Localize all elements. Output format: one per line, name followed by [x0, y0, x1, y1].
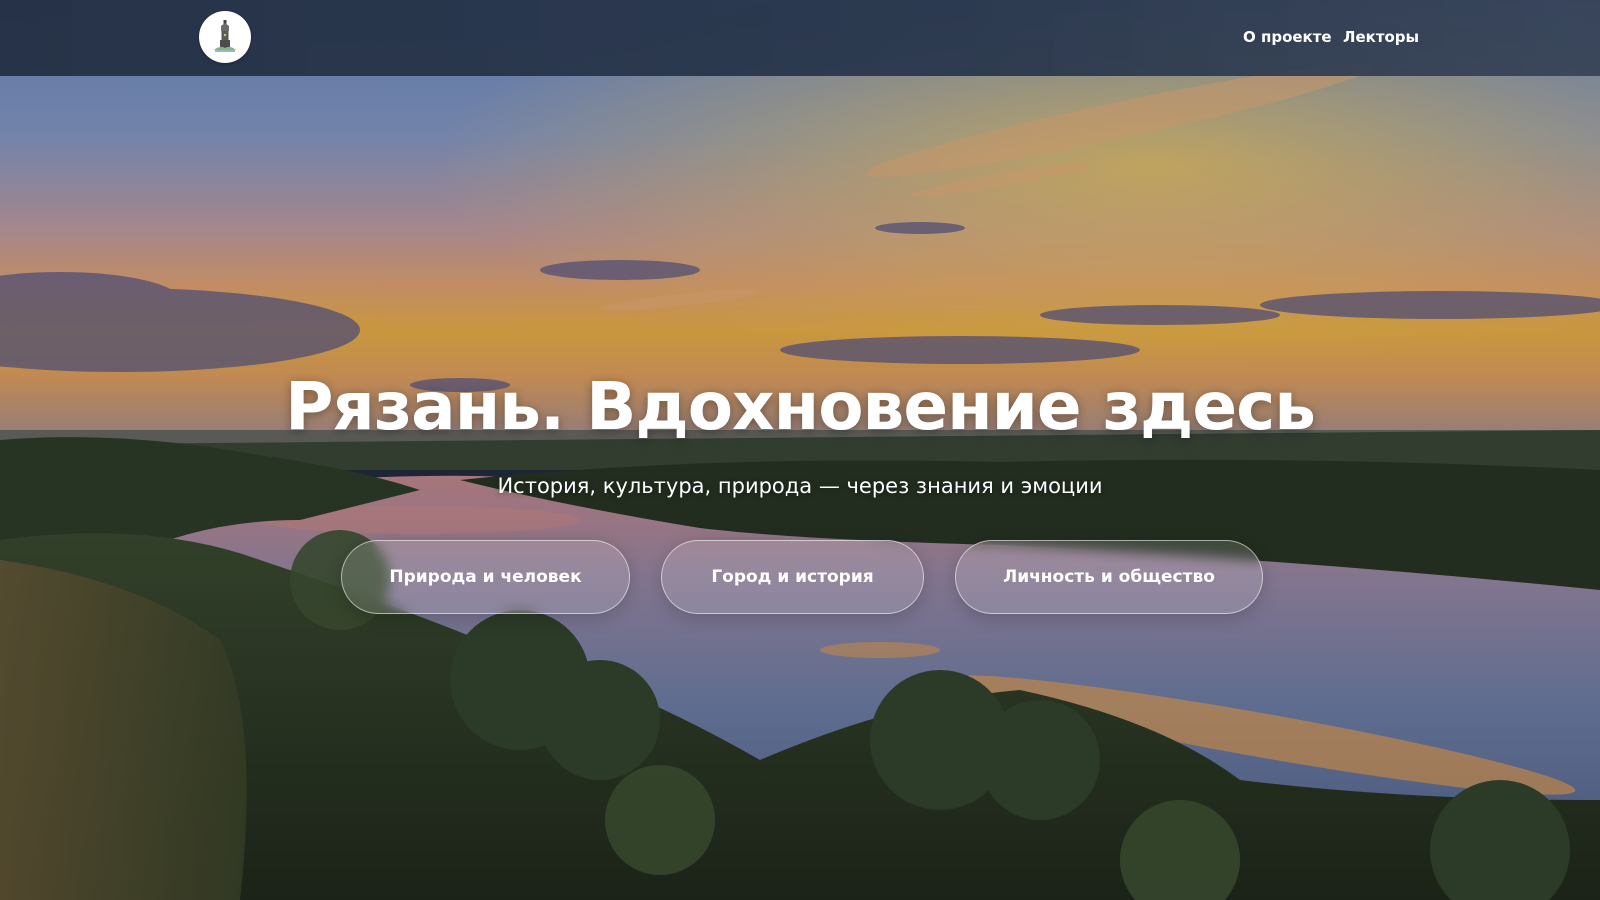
hero-title: Рязань. Вдохновение здесь [285, 368, 1316, 445]
topic-button-nature[interactable]: Природа и человек [341, 540, 630, 614]
main-nav: О проекте Лекторы [0, 0, 1600, 76]
hero-subtitle: История, культура, природа — через знани… [497, 474, 1103, 498]
top-navigation-bar: О проекте Лекторы [0, 0, 1600, 76]
hero-section: Рязань. Вдохновение здесь История, культ… [0, 0, 1600, 900]
topic-button-personality-society[interactable]: Личность и общество [955, 540, 1263, 614]
landing-page: О проекте Лекторы Рязань. Вдохновение зд… [0, 0, 1600, 900]
nav-link-about[interactable]: О проекте [1243, 28, 1332, 46]
nav-link-lecturers[interactable]: Лекторы [1343, 28, 1419, 46]
topic-button-city-history[interactable]: Город и история [661, 540, 924, 614]
